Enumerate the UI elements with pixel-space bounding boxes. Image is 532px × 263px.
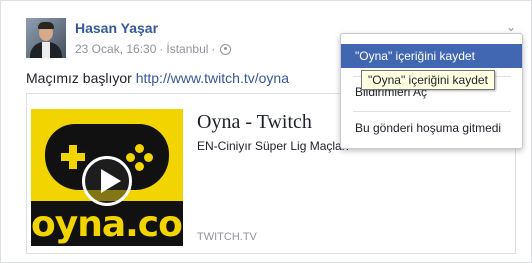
post-text-prefix: Maçımız başlıyor	[26, 70, 132, 86]
link-thumbnail[interactable]: oyna.com	[31, 109, 183, 246]
link-title[interactable]: Oyna - Twitch	[197, 111, 312, 134]
meta-separator: ·	[211, 42, 216, 56]
menu-divider	[353, 111, 511, 112]
post-location[interactable]: İstanbul	[166, 42, 208, 56]
avatar[interactable]	[26, 18, 66, 58]
menu-item-save[interactable]: "Oyna" içeriğini kaydet	[341, 44, 522, 68]
tooltip: "Oyna" içeriğini kaydet	[361, 70, 495, 90]
post-card: Hasan Yaşar 23 Ocak, 16:30 · İstanbul · …	[0, 0, 532, 263]
post-link[interactable]: http://www.twitch.tv/oyna	[136, 70, 289, 86]
globe-icon[interactable]	[220, 43, 232, 55]
post-timestamp[interactable]: 23 Ocak, 16:30	[75, 42, 156, 56]
oyna-logo: oyna.com	[31, 204, 183, 245]
post-options-menu: "Oyna" içeriğini kaydet Bildirimleri Aç …	[340, 33, 523, 149]
link-domain: TWITCH.TV	[197, 231, 257, 243]
post-text: Maçımız başlıyor http://www.twitch.tv/oy…	[26, 70, 289, 86]
author-name[interactable]: Hasan Yaşar	[75, 20, 158, 36]
menu-item-hide[interactable]: Bu gönderi hoşuma gitmedi	[341, 116, 522, 140]
post-meta: 23 Ocak, 16:30 · İstanbul ·	[75, 42, 232, 56]
play-icon[interactable]	[82, 156, 132, 206]
meta-separator: ·	[159, 42, 164, 56]
link-description: EN-Ciniyır Süper Lig Maçları	[197, 139, 350, 153]
